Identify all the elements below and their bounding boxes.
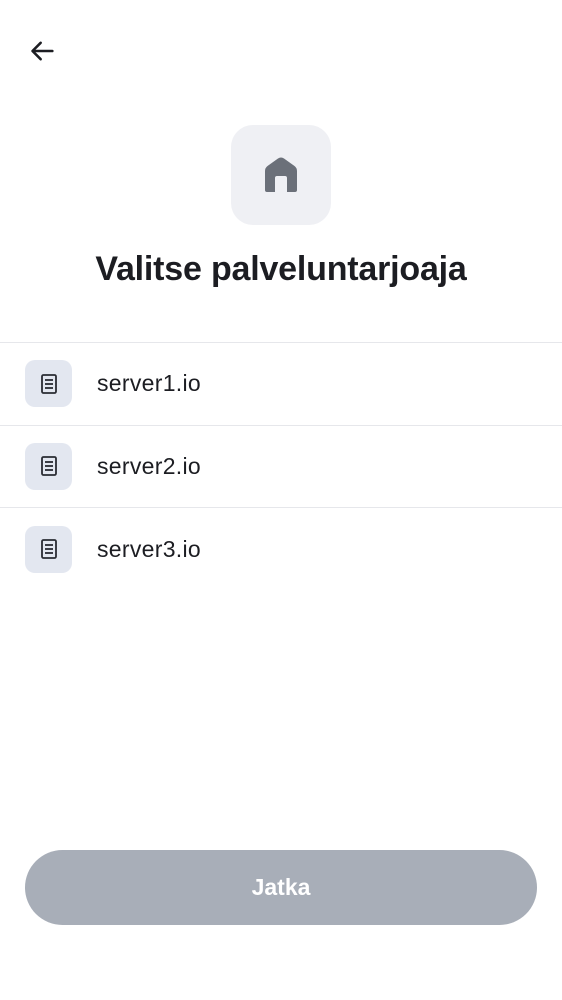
arrow-left-icon <box>31 41 54 61</box>
server-icon <box>40 539 57 560</box>
provider-select-screen: Valitse palveluntarjoaja server1.io serv… <box>0 0 562 1000</box>
home-icon <box>265 157 297 192</box>
provider-label: server2.io <box>97 452 201 479</box>
provider-list: server1.io server2.io server3.io <box>0 342 562 591</box>
hero-icon-tile <box>231 125 331 225</box>
provider-item-server2[interactable]: server2.io <box>0 426 562 508</box>
provider-label: server3.io <box>97 535 201 562</box>
provider-icon-tile <box>25 360 72 408</box>
server-icon <box>40 456 57 477</box>
server-icon <box>40 373 57 394</box>
provider-icon-tile <box>25 442 72 490</box>
back-button[interactable] <box>22 30 64 72</box>
provider-label: server1.io <box>97 370 201 397</box>
provider-item-server3[interactable]: server3.io <box>0 508 562 591</box>
page-title: Valitse palveluntarjoaja <box>95 250 467 288</box>
provider-item-server1[interactable]: server1.io <box>0 343 562 426</box>
provider-icon-tile <box>25 525 72 573</box>
continue-button[interactable]: Jatka <box>25 850 537 925</box>
